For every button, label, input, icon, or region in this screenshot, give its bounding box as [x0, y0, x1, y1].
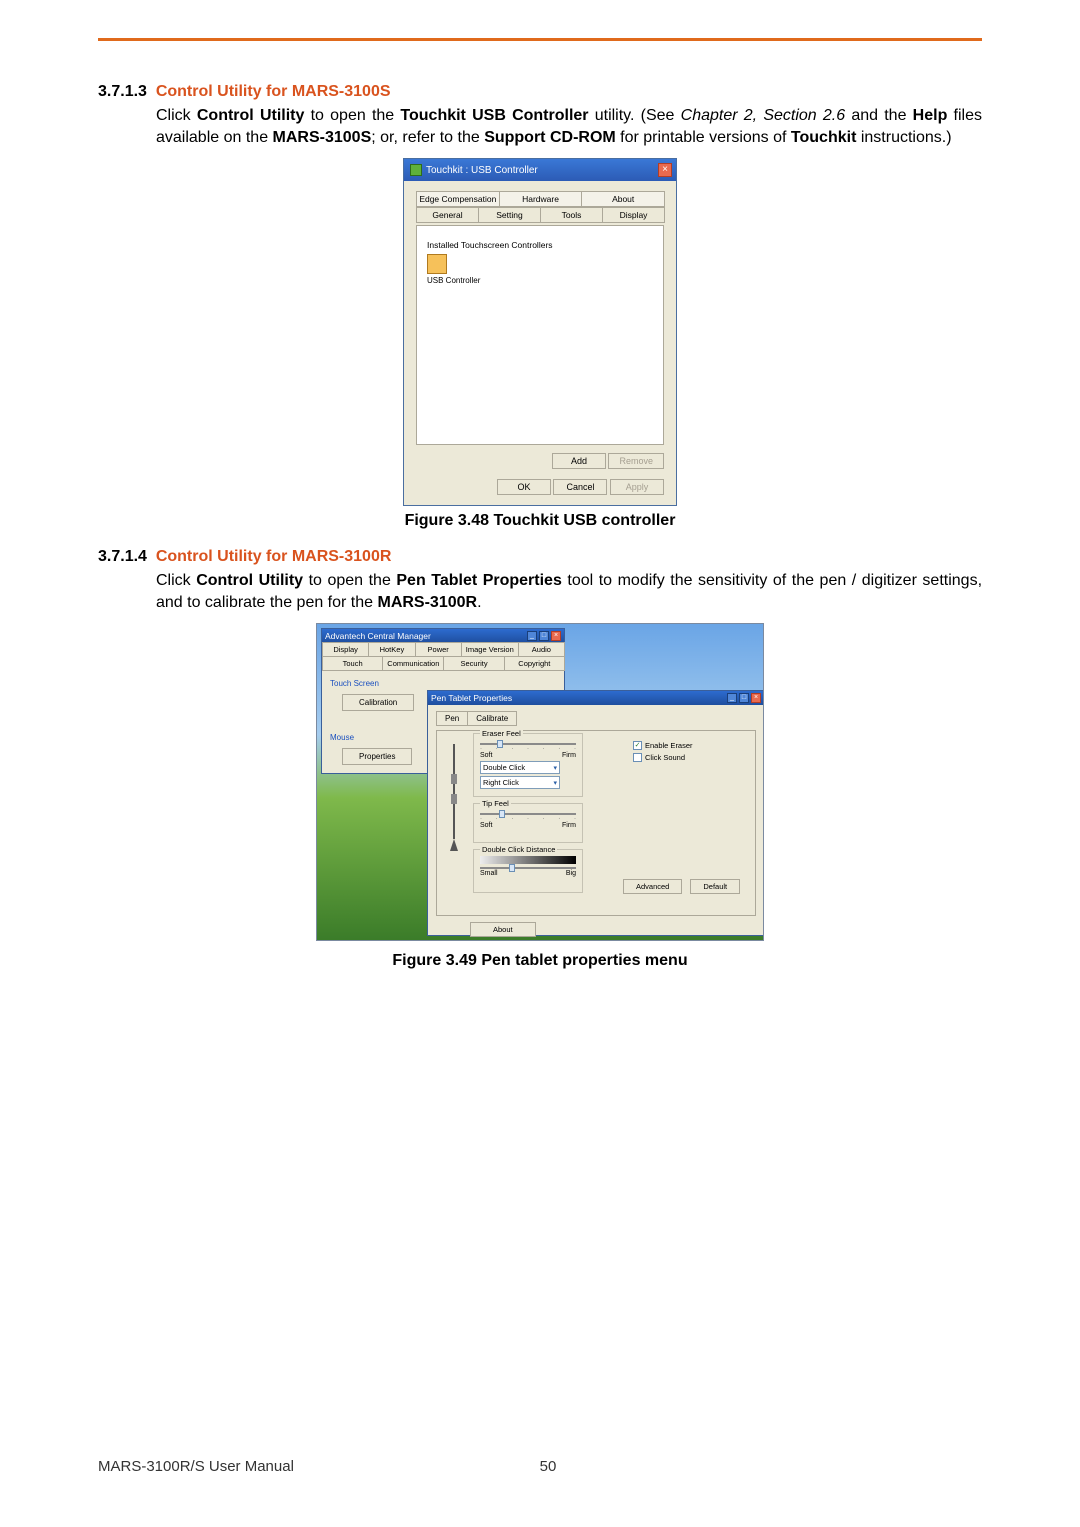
section-title-2: Control Utility for MARS-3100R [156, 548, 392, 565]
eraser-slider[interactable] [480, 743, 576, 745]
tab-general[interactable]: General [416, 207, 479, 223]
pen-titlebar: Pen Tablet Properties _ □ × [428, 691, 764, 705]
tab-about[interactable]: About [581, 191, 665, 207]
section-heading-37-1-4: 3.7.1.4 Control Utility for MARS-3100R [98, 548, 982, 566]
tab-edge-compensation[interactable]: Edge Compensation [416, 191, 500, 207]
pen-panel: Eraser Feel ······· Soft Firm Double Cli… [436, 730, 756, 916]
tab-communication[interactable]: Communication [382, 656, 444, 671]
tab-hardware[interactable]: Hardware [499, 191, 583, 207]
eraser-feel-label: Eraser Feel [480, 729, 523, 738]
pen-tablet-window: Pen Tablet Properties _ □ × Pen Calibrat… [427, 690, 764, 936]
section-number-2: 3.7.1.4 [98, 548, 147, 565]
tab-power[interactable]: Power [415, 642, 462, 657]
acm-title: Advantech Central Manager [325, 631, 431, 641]
usb-controller-label: USB Controller [427, 276, 480, 285]
installed-controllers-label: Installed Touchscreen Controllers [427, 240, 653, 250]
tab-calibrate[interactable]: Calibrate [467, 711, 517, 726]
tab-setting[interactable]: Setting [478, 207, 541, 223]
ok-button[interactable]: OK [497, 479, 551, 495]
section-heading-37-1-3: 3.7.1.3 Control Utility for MARS-3100S [98, 83, 982, 101]
tab-touch[interactable]: Touch [322, 656, 383, 671]
tab-copyright[interactable]: Copyright [504, 656, 565, 671]
default-button[interactable]: Default [690, 879, 740, 894]
dcd-slider[interactable] [480, 867, 576, 869]
touchkit-app-icon [410, 164, 422, 176]
soft-label-2: Soft [480, 822, 492, 829]
tab-audio[interactable]: Audio [518, 642, 565, 657]
chevron-down-icon: ▾ [553, 779, 557, 787]
maximize-icon[interactable]: □ [739, 693, 749, 703]
remove-button: Remove [608, 453, 664, 469]
footer-page-number: 50 [540, 1458, 557, 1475]
chevron-down-icon: ▾ [553, 764, 557, 772]
add-button[interactable]: Add [552, 453, 606, 469]
figure-caption-348: Figure 3.48 Touchkit USB controller [98, 512, 982, 530]
tip-feel-label: Tip Feel [480, 799, 511, 808]
section1-paragraph: Click Control Utility to open the Touchk… [156, 105, 982, 148]
figure-caption-349: Figure 3.49 Pen tablet properties menu [98, 952, 982, 970]
usb-controller-item[interactable]: USB Controller [427, 254, 480, 285]
touchkit-titlebar: Touchkit : USB Controller × [404, 159, 676, 181]
soft-label: Soft [480, 752, 492, 759]
header-rule [98, 38, 982, 41]
cancel-button[interactable]: Cancel [553, 479, 607, 495]
tab-tools[interactable]: Tools [540, 207, 603, 223]
tab-image-version[interactable]: Image Version [461, 642, 519, 657]
checkbox-checked-icon: ✓ [633, 741, 642, 750]
close-icon[interactable]: × [551, 631, 561, 641]
maximize-icon[interactable]: □ [539, 631, 549, 641]
firm-label: Firm [562, 752, 576, 759]
minimize-icon[interactable]: _ [727, 693, 737, 703]
click-sound-checkbox[interactable]: Click Sound [633, 753, 693, 762]
tab-display[interactable]: Display [602, 207, 665, 223]
firm-label-2: Firm [562, 822, 576, 829]
big-label: Big [566, 870, 576, 877]
tab-display[interactable]: Display [322, 642, 369, 657]
tip-slider[interactable] [480, 813, 576, 815]
pen-stylus-icon [439, 739, 469, 859]
eraser-dropdown-1[interactable]: Double Click▾ [480, 761, 560, 774]
usb-controller-icon [427, 254, 447, 274]
eraser-dropdown-2[interactable]: Right Click▾ [480, 776, 560, 789]
touchkit-title: Touchkit : USB Controller [426, 165, 538, 176]
touchkit-dialog: Touchkit : USB Controller × Edge Compens… [403, 158, 677, 506]
close-icon[interactable]: × [658, 163, 672, 177]
pen-tablet-screenshot: Advantech Central Manager _ □ × Display … [316, 623, 764, 941]
touchkit-panel: Installed Touchscreen Controllers USB Co… [416, 225, 664, 445]
acm-titlebar: Advantech Central Manager _ □ × [322, 629, 564, 643]
footer-manual-title: MARS-3100R/S User Manual [98, 1458, 294, 1475]
checkbox-icon [633, 753, 642, 762]
section-number: 3.7.1.3 [98, 83, 147, 100]
enable-eraser-checkbox[interactable]: ✓ Enable Eraser [633, 741, 693, 750]
minimize-icon[interactable]: _ [527, 631, 537, 641]
section-title: Control Utility for MARS-3100S [156, 83, 391, 100]
properties-button[interactable]: Properties [342, 748, 412, 765]
calibration-button[interactable]: Calibration [342, 694, 414, 711]
section2-paragraph: Click Control Utility to open the Pen Ta… [156, 570, 982, 613]
advanced-button[interactable]: Advanced [623, 879, 682, 894]
about-button[interactable]: About [470, 922, 536, 937]
close-icon[interactable]: × [751, 693, 761, 703]
dcd-label: Double Click Distance [480, 845, 557, 854]
tab-security[interactable]: Security [443, 656, 504, 671]
dcd-gradient [480, 856, 576, 864]
tab-pen[interactable]: Pen [436, 711, 468, 726]
pen-title: Pen Tablet Properties [431, 693, 512, 703]
touch-screen-group: Touch Screen [330, 679, 556, 688]
tab-hotkey[interactable]: HotKey [368, 642, 415, 657]
page-footer: MARS-3100R/S User Manual 50 [0, 1458, 1080, 1475]
apply-button: Apply [610, 479, 664, 495]
small-label: Small [480, 870, 498, 877]
